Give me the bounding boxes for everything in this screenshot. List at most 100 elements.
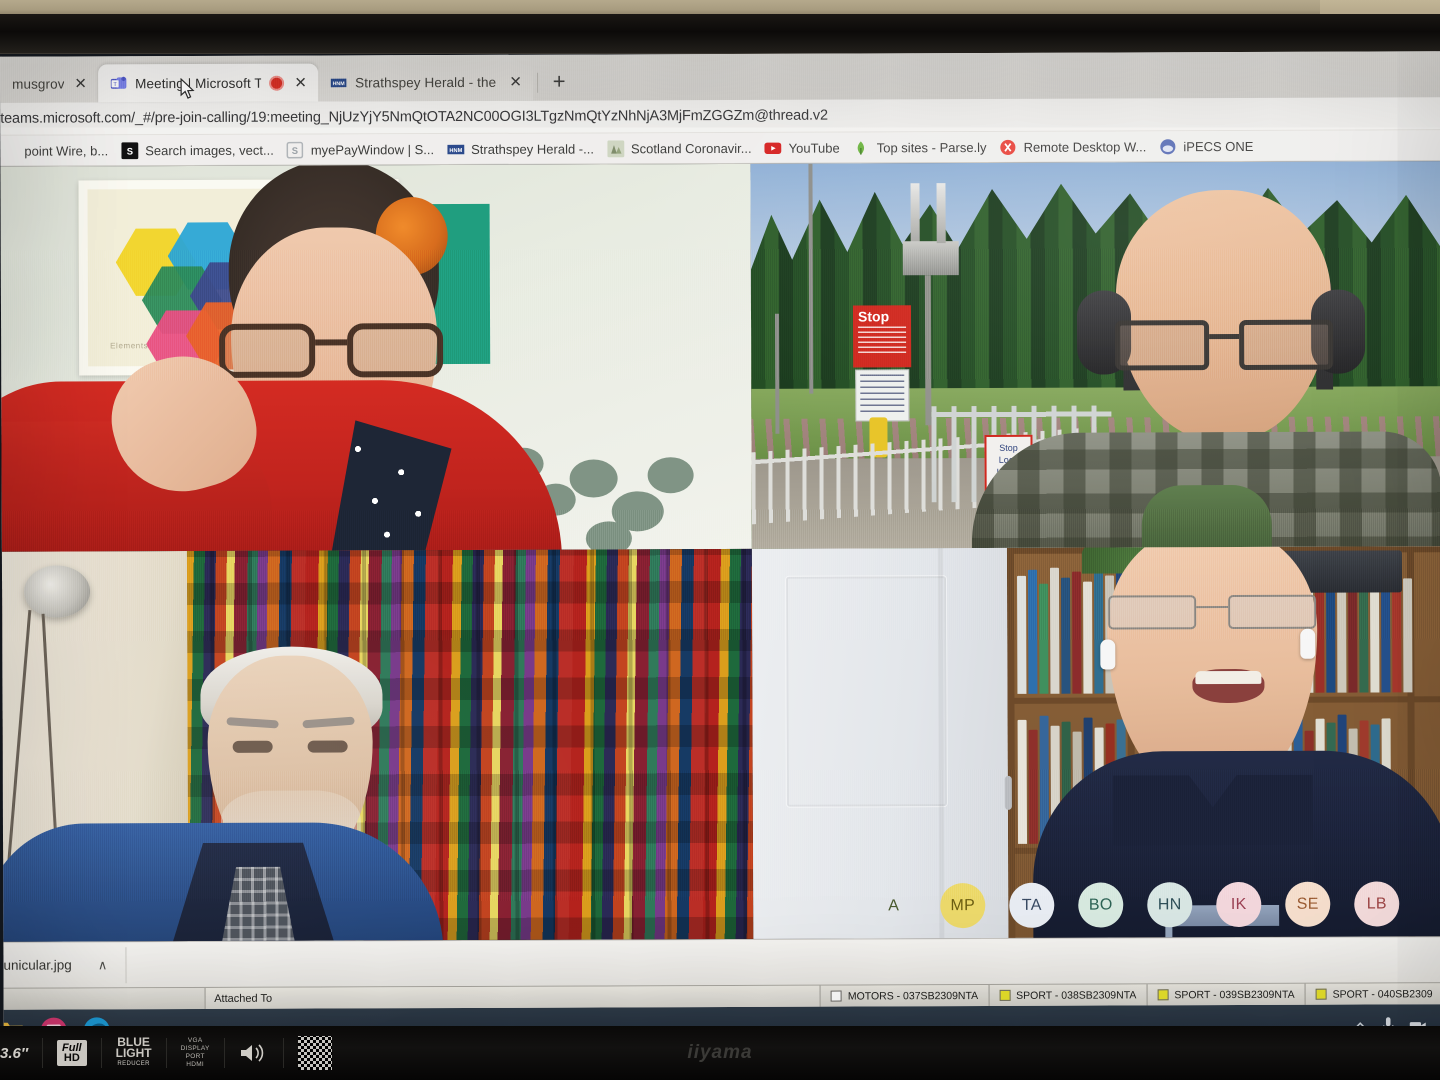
ipecs-icon bbox=[1160, 138, 1176, 154]
bookmark-label: point Wire, b... bbox=[24, 142, 109, 159]
svg-text:HNM: HNM bbox=[333, 81, 346, 87]
participant-tile-bottom-left[interactable] bbox=[1, 548, 754, 942]
taskbar-item-label: SPORT - 040SB2309 bbox=[1332, 987, 1433, 1001]
avatar-bo[interactable]: BO bbox=[1078, 882, 1124, 928]
speaker-icon bbox=[225, 1038, 284, 1068]
avatar-initials: A bbox=[888, 896, 900, 914]
avatar-hn[interactable]: HN bbox=[1147, 882, 1193, 928]
avatar-initials: SE bbox=[1296, 895, 1319, 913]
attached-to-panel: Attached To bbox=[205, 985, 821, 1009]
tab-close-icon[interactable]: ✕ bbox=[292, 74, 309, 91]
bezel-fullhd-badge: Full HD bbox=[43, 1038, 102, 1068]
stop-sign: Stop bbox=[852, 305, 912, 368]
bookmark-label: Scotland Coronavir... bbox=[630, 140, 752, 156]
participant-tile-bottom-right[interactable]: A MP TA BO HN IK SE LB bbox=[751, 546, 1440, 939]
tab-close-icon[interactable]: ✕ bbox=[72, 75, 89, 92]
browser-tab-1[interactable]: T Meeting | Microsoft Teams ✕ bbox=[98, 63, 319, 103]
bookmark-item-2[interactable]: S myePayWindow | S... bbox=[285, 141, 445, 159]
eyeglasses bbox=[1115, 319, 1334, 371]
bookmark-item-1[interactable]: S Search images, vect... bbox=[119, 141, 285, 159]
instruction-sign bbox=[855, 369, 910, 422]
monitor-bottom-bezel: 3.6″ Full HD BLUE LIGHT REDUCER VGA DISP… bbox=[0, 1026, 1440, 1080]
door-panel bbox=[786, 576, 947, 807]
remote-desktop-icon bbox=[1000, 139, 1016, 155]
door-handle bbox=[1004, 775, 1012, 810]
bookmark-item-6[interactable]: Top sites - Parse.ly bbox=[851, 138, 998, 156]
wall-lamp bbox=[23, 565, 91, 618]
avatar-mp[interactable]: MP bbox=[940, 882, 986, 929]
address-bar[interactable]: teams.microsoft.com/_#/pre-join-calling/… bbox=[0, 97, 1440, 136]
color-swatch bbox=[1315, 988, 1327, 1000]
airpod-icon bbox=[1100, 639, 1116, 670]
eyeglasses bbox=[219, 323, 444, 378]
download-shelf: unicular.jpg ∧ bbox=[3, 936, 1440, 988]
green-tshirt bbox=[1141, 484, 1272, 549]
bookmark-item-0[interactable]: point Wire, b... bbox=[0, 142, 119, 159]
avatar-initials: LB bbox=[1366, 894, 1387, 913]
youtube-icon bbox=[764, 142, 782, 154]
avatar-initials: HN bbox=[1157, 895, 1182, 913]
bookmark-item-4[interactable]: Scotland Coronavir... bbox=[605, 139, 763, 157]
tab-divider bbox=[537, 72, 539, 93]
avatar-lb[interactable]: LB bbox=[1354, 881, 1400, 927]
taskbar-item-3[interactable]: SPORT - 040SB2309 bbox=[1305, 983, 1440, 1005]
url-text: teams.microsoft.com/_#/pre-join-calling/… bbox=[0, 107, 828, 127]
browser-tab-strip: musgrove@ho ✕ T Meeting | Microsoft Team… bbox=[0, 51, 1440, 103]
bookmark-item-3[interactable]: HNM Strathspey Herald -... bbox=[445, 140, 605, 158]
color-swatch bbox=[1157, 989, 1169, 1001]
svg-text:S: S bbox=[127, 146, 133, 157]
taskbar-item-1[interactable]: SPORT - 038SB2309NTA bbox=[989, 984, 1148, 1006]
browser-tab-0[interactable]: musgrove@ho ✕ bbox=[0, 64, 99, 103]
avatar-a[interactable]: A bbox=[871, 883, 916, 928]
recording-indicator-icon[interactable] bbox=[269, 75, 285, 91]
bookmark-label: Strathspey Herald -... bbox=[471, 140, 594, 157]
tab-title: Strathspey Herald - the latest Ne bbox=[355, 74, 499, 90]
download-item[interactable]: unicular.jpg ∧ bbox=[3, 946, 127, 984]
tab-title: Meeting | Microsoft Teams bbox=[135, 75, 262, 91]
taskbar-item-0[interactable]: MOTORS - 037SB2309NTA bbox=[820, 984, 990, 1007]
avatar-ta[interactable]: TA bbox=[1009, 882, 1055, 928]
new-tab-button[interactable]: + bbox=[544, 67, 574, 97]
bookmark-item-8[interactable]: iPECS ONE bbox=[1157, 137, 1264, 154]
eyeglasses bbox=[1108, 594, 1317, 630]
taskbar-item-label: SPORT - 038SB2309NTA bbox=[1016, 988, 1137, 1002]
tab-close-icon[interactable]: ✕ bbox=[507, 73, 524, 90]
taskbar-item-label: MOTORS - 037SB2309NTA bbox=[847, 989, 979, 1003]
bezel-ports-label: VGA DISPLAY PORT HDMI bbox=[167, 1037, 225, 1068]
avatar-initials: IK bbox=[1230, 895, 1247, 913]
avatar-initials: BO bbox=[1088, 895, 1113, 914]
bookmark-label: iPECS ONE bbox=[1183, 138, 1254, 154]
participant-tile-top-left[interactable]: Elements bbox=[0, 163, 752, 552]
monitor-photo: musgrove@ho ✕ T Meeting | Microsoft Team… bbox=[0, 0, 1440, 1080]
fence-post bbox=[774, 313, 780, 434]
browser-tab-2[interactable]: HNM Strathspey Herald - the latest Ne ✕ bbox=[318, 62, 534, 102]
generic-icon bbox=[0, 142, 17, 159]
attached-to-label: Attached To bbox=[214, 992, 273, 1005]
bookmark-item-7[interactable]: Remote Desktop W... bbox=[998, 138, 1158, 156]
meeting-video-grid: Elements Stop Stop A MP TA BO HN IK SE L… bbox=[0, 161, 1440, 942]
avatar-initials: TA bbox=[1021, 896, 1042, 914]
avatar-se[interactable]: SE bbox=[1285, 881, 1331, 927]
scotland-icon bbox=[606, 139, 624, 157]
color-swatch bbox=[830, 990, 842, 1002]
bookmark-item-5[interactable]: YouTube bbox=[763, 139, 851, 156]
white-door bbox=[751, 547, 1009, 939]
qr-code bbox=[284, 1036, 346, 1070]
download-filename: unicular.jpg bbox=[3, 957, 72, 973]
taskbar-item-2[interactable]: SPORT - 039SB2309NTA bbox=[1147, 983, 1306, 1006]
svg-text:T: T bbox=[113, 81, 117, 87]
teams-icon: T bbox=[110, 76, 127, 89]
avatar-ik[interactable]: IK bbox=[1216, 881, 1262, 928]
s-icon: S bbox=[286, 141, 304, 158]
chevron-up-icon[interactable]: ∧ bbox=[98, 957, 108, 973]
bookmark-label: myePayWindow | S... bbox=[310, 141, 435, 158]
participant-tile-top-right[interactable]: Stop StopLookListen bbox=[750, 161, 1440, 549]
strip-left-pane bbox=[3, 987, 206, 1010]
hnm-icon: HNM bbox=[447, 144, 465, 154]
eye bbox=[232, 740, 273, 753]
stop-sign-title: Stop bbox=[857, 308, 890, 325]
participant-avatar-row: A MP TA BO HN IK SE LB bbox=[753, 881, 1440, 929]
taskbar-item-label: SPORT - 039SB2309NTA bbox=[1174, 988, 1295, 1001]
teeth bbox=[1195, 670, 1262, 685]
color-swatch bbox=[999, 989, 1011, 1001]
